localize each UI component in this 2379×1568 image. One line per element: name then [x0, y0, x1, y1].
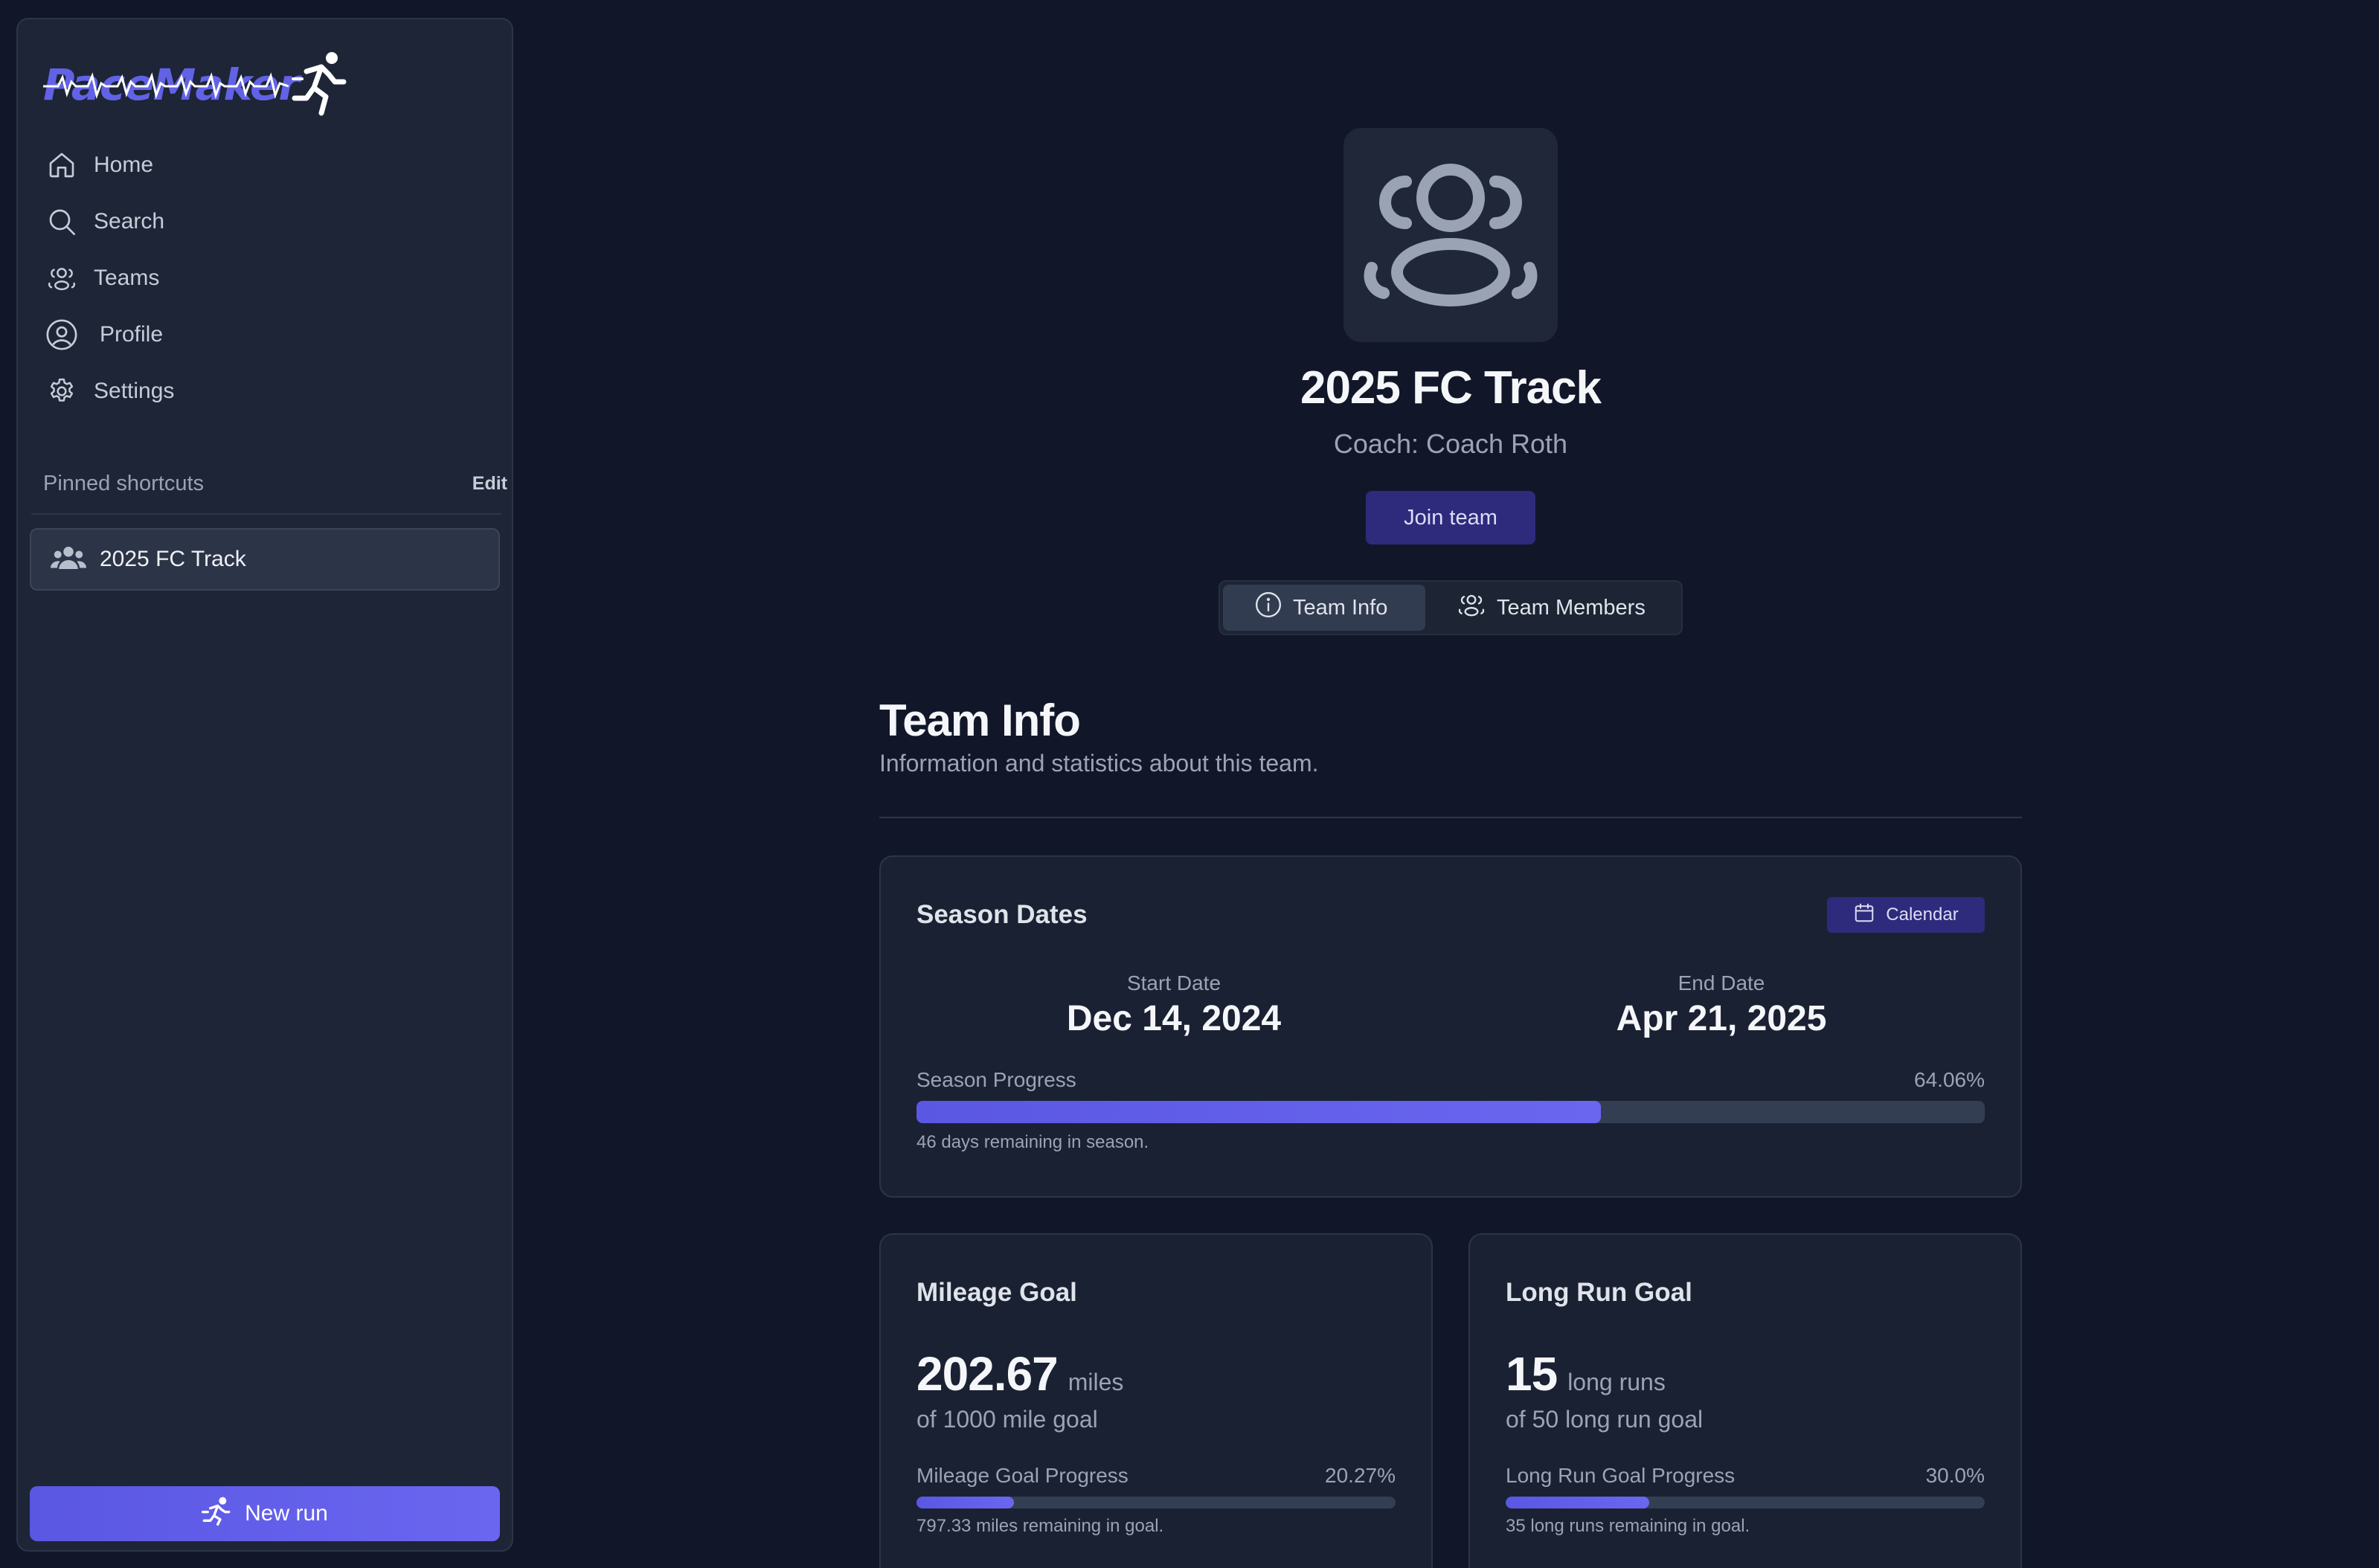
calendar-button[interactable]: Calendar — [1827, 897, 1985, 933]
nav-search-label: Search — [94, 209, 165, 234]
mileage-remaining-note: 797.33 miles remaining in goal. — [916, 1516, 1164, 1536]
season-dates-title: Season Dates — [916, 900, 1088, 929]
team-avatar-icon — [1364, 164, 1538, 306]
pinned-shortcuts-title: Pinned shortcuts — [43, 472, 205, 495]
start-date-label: Start Date — [1126, 971, 1221, 995]
end-date-label: End Date — [1678, 971, 1765, 995]
pinned-item-label: 2025 FC Track — [100, 547, 246, 571]
long-run-progress-bar — [1506, 1497, 1985, 1508]
section-subtitle: Information and statistics about this te… — [879, 750, 1319, 777]
long-run-remaining-note: 35 long runs remaining in goal. — [1506, 1516, 1750, 1536]
season-progress-bar — [916, 1101, 1985, 1123]
long-run-goal-card: Long Run Goal 15 long runs of 50 long ru… — [1468, 1233, 2022, 1568]
start-date-value: Dec 14, 2024 — [1066, 999, 1282, 1038]
calendar-icon — [1853, 902, 1875, 929]
nav-profile-label: Profile — [100, 322, 164, 347]
nav-teams[interactable]: Teams — [43, 250, 489, 306]
calendar-button-label: Calendar — [1886, 905, 1959, 925]
mileage-goal-card: Mileage Goal 202.67 miles of 1000 mile g… — [879, 1233, 1433, 1568]
nav-home-label: Home — [94, 152, 154, 177]
home-icon — [43, 147, 80, 184]
mileage-progress-fill — [916, 1497, 1014, 1508]
runner-icon — [202, 1496, 231, 1532]
mileage-goal-title: Mileage Goal — [916, 1278, 1077, 1307]
search-icon — [43, 203, 80, 240]
pacemaker-logo[interactable]: PaceMaker — [43, 49, 356, 116]
mileage-progress-percent: 20.27% — [1325, 1464, 1396, 1487]
mileage-progress-label: Mileage Goal Progress — [916, 1464, 1128, 1487]
user-circle-icon — [43, 316, 80, 353]
end-date-value: Apr 21, 2025 — [1616, 999, 1827, 1038]
mileage-value-row: 202.67 miles — [916, 1346, 1123, 1401]
season-progress-fill — [916, 1101, 1601, 1123]
main-nav: Home Search Teams Profile Settings — [43, 137, 489, 420]
season-dates-card: Season Dates Calendar Start Date Dec 14,… — [879, 855, 2022, 1198]
runner-icon — [292, 52, 347, 116]
long-run-value: 15 — [1506, 1347, 1558, 1401]
mileage-progress-bar — [916, 1497, 1396, 1508]
mileage-progress-row: Mileage Goal Progress 20.27% — [916, 1464, 1396, 1488]
long-run-value-row: 15 long runs — [1506, 1346, 1666, 1401]
sidebar: PaceMaker Home Search Teams Profile Sett… — [16, 18, 513, 1552]
team-avatar — [1343, 128, 1558, 342]
season-remaining-note: 46 days remaining in season. — [916, 1132, 1149, 1152]
tab-team-members-label: Team Members — [1497, 595, 1646, 620]
nav-search[interactable]: Search — [43, 193, 489, 250]
long-run-progress-fill — [1506, 1497, 1650, 1508]
gear-icon — [43, 373, 80, 410]
mileage-goal-target: of 1000 mile goal — [916, 1406, 1098, 1433]
tab-team-info-label: Team Info — [1293, 595, 1388, 620]
start-date: Start Date Dec 14, 2024 — [951, 971, 1397, 1039]
nav-home[interactable]: Home — [43, 137, 489, 193]
team-icon — [50, 544, 87, 576]
join-team-button[interactable]: Join team — [1366, 491, 1535, 544]
nav-settings-label: Settings — [94, 379, 175, 403]
mileage-unit: miles — [1068, 1369, 1124, 1395]
tab-team-info[interactable]: Team Info — [1223, 585, 1425, 631]
nav-settings[interactable]: Settings — [43, 363, 489, 420]
section-divider — [879, 817, 2022, 818]
section-title: Team Info — [879, 695, 1081, 745]
new-run-button[interactable]: New run — [30, 1486, 500, 1541]
nav-teams-label: Teams — [94, 266, 160, 290]
pinned-item-2025-fc-track[interactable]: 2025 FC Track — [30, 528, 500, 591]
pinned-header: Pinned shortcuts Edit — [43, 472, 507, 496]
long-run-goal-title: Long Run Goal — [1506, 1278, 1692, 1307]
pinned-divider — [31, 513, 501, 515]
heartbeat-icon — [43, 72, 289, 100]
season-progress-label: Season Progress — [916, 1068, 1076, 1091]
pinned-edit-link[interactable]: Edit — [472, 473, 507, 495]
users-icon — [1457, 590, 1486, 626]
users-icon — [43, 260, 80, 297]
long-run-unit: long runs — [1567, 1369, 1666, 1395]
long-run-progress-row: Long Run Goal Progress 30.0% — [1506, 1464, 1985, 1488]
team-coach: Coach: Coach Roth — [1333, 428, 1568, 459]
team-title: 2025 FC Track — [1300, 362, 1602, 414]
mileage-value: 202.67 — [916, 1347, 1059, 1401]
nav-profile[interactable]: Profile — [43, 306, 489, 363]
end-date: End Date Apr 21, 2025 — [1498, 971, 1945, 1039]
long-run-progress-label: Long Run Goal Progress — [1506, 1464, 1736, 1487]
season-progress-row: Season Progress 64.06% — [916, 1068, 1985, 1092]
season-progress-percent: 64.06% — [1914, 1068, 1985, 1091]
team-tabs: Team Info Team Members — [1219, 580, 1683, 635]
long-run-progress-percent: 30.0% — [1925, 1464, 1985, 1487]
new-run-label: New run — [245, 1501, 328, 1526]
tab-team-members[interactable]: Team Members — [1425, 585, 1677, 631]
info-icon — [1254, 591, 1282, 625]
long-run-goal-target: of 50 long run goal — [1506, 1406, 1704, 1433]
